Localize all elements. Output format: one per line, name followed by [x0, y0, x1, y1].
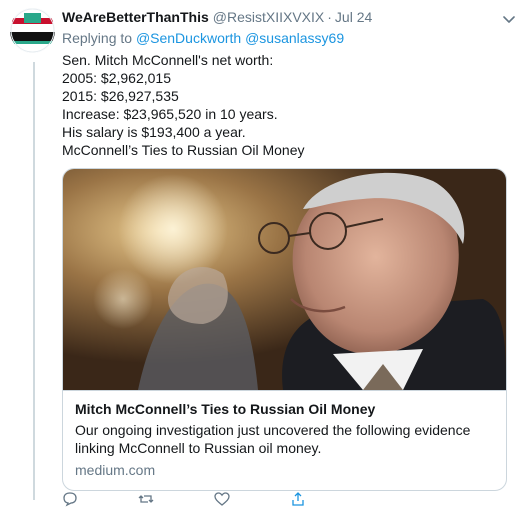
card-title: Mitch McConnell’s Ties to Russian Oil Mo… — [75, 401, 376, 417]
tweet-menu-button[interactable] — [502, 12, 516, 26]
tweet-line: 2005: $2,962,015 — [62, 70, 171, 86]
user-handle[interactable]: @ResistXIIXVXIX — [213, 8, 324, 26]
chevron-down-icon — [503, 16, 515, 23]
display-name[interactable]: WeAreBetterThanThis — [62, 8, 209, 26]
tweet-actions — [62, 491, 306, 507]
tweet: WeAreBetterThanThis @ResistXIIXVXIX · Ju… — [62, 8, 524, 491]
card-description: Our ongoing investigation just uncovered… — [75, 422, 471, 456]
tweet-header: WeAreBetterThanThis @ResistXIIXVXIX · Ju… — [62, 8, 524, 26]
tweet-line: McConnell’s Ties to Russian Oil Money — [62, 142, 305, 158]
tweet-text: Sen. Mitch McConnell's net worth: 2005: … — [62, 51, 524, 159]
mention-link[interactable]: @susanlassy69 — [245, 30, 344, 46]
retweet-icon[interactable] — [138, 491, 154, 507]
mention-link[interactable]: @SenDuckworth — [136, 30, 241, 46]
card-photo — [63, 169, 506, 390]
card-domain: medium.com — [75, 462, 156, 478]
share-icon[interactable] — [290, 491, 306, 507]
heart-icon[interactable] — [214, 491, 230, 507]
avatar[interactable] — [10, 8, 55, 53]
tweet-line: Increase: $23,965,520 in 10 years. — [62, 106, 278, 122]
tweet-line: His salary is $193,400 a year. — [62, 124, 246, 140]
thread-line — [33, 62, 35, 500]
separator-dot: · — [327, 9, 332, 25]
tweet-line: Sen. Mitch McConnell's net worth: — [62, 52, 274, 68]
card-body: Mitch McConnell’s Ties to Russian Oil Mo… — [63, 390, 506, 490]
link-card[interactable]: Mitch McConnell’s Ties to Russian Oil Mo… — [62, 168, 507, 491]
avatar-logo-icon — [10, 8, 55, 53]
replying-to: Replying to @SenDuckworth @susanlassy69 — [62, 29, 524, 47]
reply-icon[interactable] — [62, 491, 78, 507]
tweet-line: 2015: $26,927,535 — [62, 88, 179, 104]
timestamp[interactable]: Jul 24 — [335, 8, 372, 26]
replying-prefix: Replying to — [62, 30, 133, 46]
